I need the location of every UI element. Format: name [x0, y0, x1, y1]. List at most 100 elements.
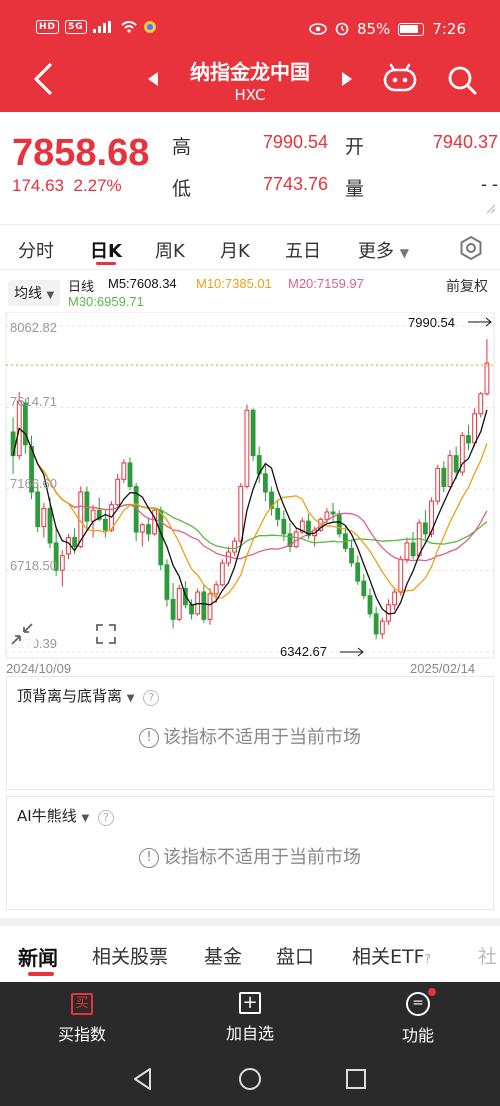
candle-down [201, 591, 207, 620]
buy-icon: 买 [71, 993, 93, 1015]
expand-corner-icon[interactable] [486, 204, 496, 214]
candle-up [379, 620, 385, 635]
candle-up [115, 478, 121, 506]
index-code: HXC [234, 86, 266, 104]
candle-down [189, 604, 194, 615]
zoom-out-button[interactable] [8, 620, 36, 648]
add-watchlist-label: 加自选 [225, 1024, 274, 1043]
help-icon[interactable]: ? [143, 690, 160, 706]
status-bar-left: HD 5G [36, 20, 157, 34]
max-price-annotation: 7990.54 [408, 315, 455, 330]
caret-down-icon: ▼ [81, 813, 90, 824]
clock: 7:26 [432, 20, 466, 38]
page-title: 纳指金龙中国 [190, 60, 310, 84]
add-icon: + [239, 992, 261, 1014]
candle-up [398, 558, 404, 593]
candle-up [121, 462, 127, 480]
tab-five-day[interactable]: 五日 [285, 237, 321, 263]
tab-funds[interactable]: 基金 [204, 942, 242, 969]
ma5-value: M5:7608.34 [108, 276, 177, 291]
nav-home-icon[interactable] [237, 1066, 263, 1092]
candle-up [176, 587, 182, 620]
info-icon: ! [139, 848, 159, 868]
candle-down [250, 409, 256, 457]
app-root: HD 5G 85% 7:26 纳指金龙中国 HXC 7858.68 174.63… [0, 0, 500, 1106]
tab-more[interactable]: 更多 ▼ [358, 237, 409, 263]
caret-down-icon: ▼ [126, 693, 135, 704]
fullscreen-button[interactable] [92, 620, 120, 648]
candle-up [139, 524, 145, 533]
candle-down [127, 462, 133, 488]
robot-assistant-icon[interactable] [382, 62, 418, 94]
high-label: 高 [172, 136, 192, 158]
candle-up [59, 555, 65, 571]
tab-weekly-k[interactable]: 周K [155, 237, 185, 263]
tab-more-label: 更多 [358, 241, 394, 262]
tab-related-stocks[interactable]: 相关股票 [92, 942, 168, 969]
ma-selector[interactable]: 均线 ▼ [8, 280, 61, 306]
candle-down [102, 518, 108, 531]
buy-index-button[interactable]: 买 买指数 [22, 992, 142, 1045]
chart-settings-icon[interactable] [458, 235, 484, 261]
add-watchlist-button[interactable]: + 加自选 [190, 992, 310, 1044]
candle-down [410, 542, 416, 557]
ai-bull-bear-dropdown[interactable]: AI牛熊线 ▼ ? [17, 805, 114, 826]
open-value: 7940.37 [432, 132, 498, 152]
candle-down [47, 507, 53, 544]
candle-down [170, 598, 176, 620]
battery-percent: 85% [356, 20, 391, 38]
kline-svg [5, 311, 495, 659]
wifi-icon [121, 21, 137, 33]
nav-recents-icon[interactable] [343, 1066, 369, 1092]
candle-down [453, 455, 459, 473]
candle-up [90, 509, 96, 522]
price-change: 174.63 2.27% [12, 176, 122, 196]
candle-down [72, 536, 78, 548]
battery-icon [398, 22, 425, 36]
candle-up [478, 393, 484, 415]
adjust-mode[interactable]: 前复权 [446, 276, 488, 296]
ma20-line [12, 427, 488, 562]
candle-up [472, 413, 478, 444]
message-text: 该指标不适用于当前市场 [163, 847, 361, 868]
candle-down [146, 524, 151, 535]
news-tab-indicator [28, 972, 54, 976]
candle-down [281, 518, 287, 535]
back-arrow-icon[interactable] [30, 62, 56, 96]
tab-monthly-k[interactable]: 月K [220, 237, 250, 263]
candle-down [164, 564, 170, 600]
candle-up [238, 486, 244, 542]
tab-order-book[interactable]: 盘口 [276, 942, 314, 969]
tab-daily-k[interactable]: 日K [90, 237, 122, 263]
candle-down [262, 473, 268, 493]
change-value: 174.63 [12, 176, 64, 195]
notification-dot [428, 988, 436, 996]
ma-selector-label: 均线 [14, 286, 42, 302]
candle-up [447, 455, 453, 488]
candle-up [219, 562, 225, 586]
candle-up [324, 511, 330, 520]
signal-icon [92, 21, 111, 33]
low-label: 低 [172, 178, 192, 200]
high-value: 7990.54 [262, 132, 328, 152]
indicator-unavailable-message: ! 该指标不适用于当前市场 [7, 843, 493, 869]
tab-news[interactable]: 新闻 [18, 942, 58, 971]
tab-related-etf[interactable]: 相关ETF? [352, 942, 431, 969]
candle-up [232, 540, 238, 553]
candle-up [435, 467, 441, 502]
tab-timeshare[interactable]: 分时 [18, 237, 54, 263]
kline-chart[interactable]: 8062.82 7614.71 7166.60 6718.50 6270.39 … [0, 311, 500, 660]
tab-related-etf-label: 相关ETF [352, 946, 425, 968]
tab-community[interactable]: 社 [478, 942, 497, 969]
divergence-dropdown[interactable]: 顶背离与底背离 ▼ ? [17, 685, 160, 706]
nav-back-icon[interactable] [130, 1066, 156, 1092]
function-menu-button[interactable]: = 功能 [358, 988, 478, 1046]
volume-label: 量 [345, 178, 365, 200]
next-index-arrow[interactable] [342, 72, 352, 86]
fullscreen-icon [96, 624, 116, 644]
search-icon[interactable] [446, 64, 478, 96]
alarm-icon [335, 22, 349, 36]
help-icon[interactable]: ? [97, 810, 114, 826]
divergence-label: 顶背离与底背离 [17, 687, 123, 705]
candle-down [373, 613, 379, 635]
